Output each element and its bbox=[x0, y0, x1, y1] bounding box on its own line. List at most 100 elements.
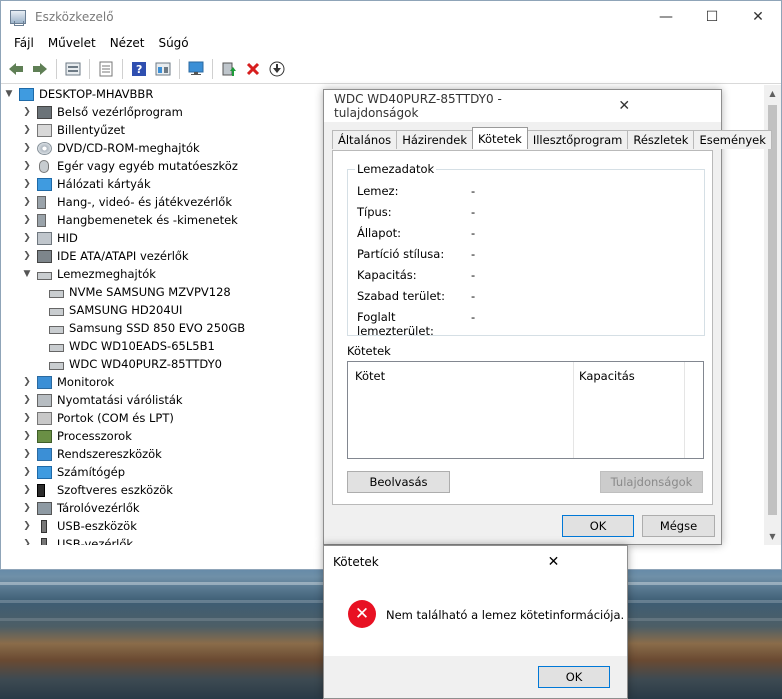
alert-ok-button[interactable]: OK bbox=[538, 666, 610, 688]
tree-device-item[interactable]: WDC WD40PURZ-85TTDY0 bbox=[1, 355, 331, 373]
tree-category-item[interactable]: ❯ Monitorok bbox=[1, 373, 331, 391]
chevron-down-icon[interactable]: ▼ bbox=[21, 269, 33, 279]
tree-category-item[interactable]: ❯ USB-eszközök bbox=[1, 517, 331, 535]
cancel-button[interactable]: Mégse bbox=[642, 515, 715, 537]
device-category-icon bbox=[49, 362, 64, 370]
properties-icon[interactable] bbox=[62, 58, 84, 80]
tree-category-item[interactable]: ❯ Belső vezérlőprogram bbox=[1, 103, 331, 121]
column-header-capacity[interactable]: Kapacitás bbox=[579, 369, 635, 383]
chevron-right-icon[interactable]: ❯ bbox=[21, 251, 33, 261]
tree-category-item[interactable]: ❯ Billentyűzet bbox=[1, 121, 331, 139]
device-category-icon bbox=[37, 501, 52, 515]
chevron-right-icon[interactable]: ❯ bbox=[21, 521, 33, 531]
chevron-right-icon[interactable]: ❯ bbox=[21, 449, 33, 459]
close-button[interactable]: ✕ bbox=[735, 1, 781, 32]
chevron-right-icon[interactable]: ❯ bbox=[21, 539, 33, 545]
chevron-right-icon[interactable]: ❯ bbox=[21, 143, 33, 153]
chevron-right-icon[interactable]: ❯ bbox=[21, 215, 33, 225]
tab-general[interactable]: Általános bbox=[332, 130, 398, 149]
alert-close-button[interactable]: ✕ bbox=[480, 554, 627, 570]
chevron-right-icon[interactable]: ❯ bbox=[21, 377, 33, 387]
chevron-down-icon[interactable]: ▼ bbox=[3, 89, 15, 99]
chevron-right-icon[interactable]: ❯ bbox=[21, 197, 33, 207]
ok-button[interactable]: OK bbox=[562, 515, 634, 537]
tree-root-computer[interactable]: ▼ DESKTOP-MHAVBBR bbox=[1, 85, 331, 103]
tree-item-label: USB-eszközök bbox=[57, 519, 137, 533]
tab-driver[interactable]: Illesztőprogram bbox=[526, 130, 629, 149]
menu-action[interactable]: Művelet bbox=[41, 36, 103, 50]
tab-events[interactable]: Események bbox=[693, 130, 772, 149]
view-icon[interactable] bbox=[152, 58, 174, 80]
back-icon[interactable] bbox=[5, 58, 27, 80]
tree-category-item[interactable]: ❯ USB-vezérlők bbox=[1, 535, 331, 545]
device-category-icon bbox=[49, 344, 64, 352]
column-header-volume[interactable]: Kötet bbox=[355, 369, 385, 383]
tab-policies[interactable]: Házirendek bbox=[396, 130, 473, 149]
tree-category-item[interactable]: ❯ HID bbox=[1, 229, 331, 247]
tab-details[interactable]: Részletek bbox=[627, 130, 695, 149]
scrollbar-thumb[interactable] bbox=[768, 105, 777, 515]
tree-root-label: DESKTOP-MHAVBBR bbox=[39, 87, 154, 101]
toolbar-separator bbox=[56, 58, 57, 79]
tree-category-item[interactable]: ❯ Rendszereszközök bbox=[1, 445, 331, 463]
field-status: Állapot: - bbox=[357, 226, 476, 240]
menu-view[interactable]: Nézet bbox=[103, 36, 152, 50]
scroll-up-arrow-icon[interactable]: ▲ bbox=[764, 85, 781, 102]
chevron-right-icon[interactable]: ❯ bbox=[21, 413, 33, 423]
field-disk: Lemez: - bbox=[357, 184, 476, 198]
tree-device-item[interactable]: SAMSUNG HD204UI bbox=[1, 301, 331, 319]
tree-category-item[interactable]: ❯ DVD/CD-ROM-meghajtók bbox=[1, 139, 331, 157]
forward-icon[interactable] bbox=[29, 58, 51, 80]
tree-category-item[interactable]: ❯ Processzorok bbox=[1, 427, 331, 445]
tree-item-label: Processzorok bbox=[57, 429, 132, 443]
chevron-right-icon[interactable]: ❯ bbox=[21, 125, 33, 135]
tree-item-label: Számítógép bbox=[57, 465, 126, 479]
chevron-right-icon[interactable]: ❯ bbox=[21, 161, 33, 171]
chevron-right-icon[interactable]: ❯ bbox=[21, 395, 33, 405]
volume-properties-button[interactable]: Tulajdonságok bbox=[600, 471, 703, 493]
chevron-right-icon[interactable]: ❯ bbox=[21, 107, 33, 117]
vertical-scrollbar[interactable]: ▲ ▼ bbox=[764, 85, 781, 545]
tree-device-item[interactable]: NVMe SAMSUNG MZVPV128 bbox=[1, 283, 331, 301]
chevron-right-icon[interactable]: ❯ bbox=[21, 233, 33, 243]
device-category-icon bbox=[49, 326, 64, 334]
chevron-right-icon[interactable]: ❯ bbox=[21, 467, 33, 477]
scan-button[interactable]: Beolvasás bbox=[347, 471, 450, 493]
tree-device-item[interactable]: WDC WD10EADS-65L5B1 bbox=[1, 337, 331, 355]
tree-category-item[interactable]: ❯ Hangbemenetek és -kimenetek bbox=[1, 211, 331, 229]
tree-category-item[interactable]: ❯ Nyomtatási várólisták bbox=[1, 391, 331, 409]
device-category-icon bbox=[41, 537, 47, 545]
tree-device-item[interactable]: Samsung SSD 850 EVO 250GB bbox=[1, 319, 331, 337]
tree-item-label: Belső vezérlőprogram bbox=[57, 105, 183, 119]
maximize-button[interactable]: ☐ bbox=[689, 1, 735, 32]
tree-category-item[interactable]: ❯ Hálózati kártyák bbox=[1, 175, 331, 193]
download-icon[interactable] bbox=[266, 58, 288, 80]
monitor-icon[interactable] bbox=[185, 58, 207, 80]
device-category-icon bbox=[37, 465, 52, 479]
tree-category-item[interactable]: ❯ Tárolóvezérlők bbox=[1, 499, 331, 517]
menu-help[interactable]: Súgó bbox=[151, 36, 195, 50]
tree-category-item[interactable]: ❯ IDE ATA/ATAPI vezérlők bbox=[1, 247, 331, 265]
tree-category-item[interactable]: ▼ Lemezmeghajtók bbox=[1, 265, 331, 283]
properties-close-button[interactable]: ✕ bbox=[528, 98, 722, 114]
chevron-right-icon[interactable]: ❯ bbox=[21, 485, 33, 495]
chevron-right-icon[interactable]: ❯ bbox=[21, 503, 33, 513]
tree-category-item[interactable]: ❯ Hang-, videó- és játékvezérlők bbox=[1, 193, 331, 211]
update-driver-icon[interactable] bbox=[218, 58, 240, 80]
tree-category-item[interactable]: ❯ Egér vagy egyéb mutatóeszköz bbox=[1, 157, 331, 175]
volumes-list[interactable]: Kötet Kapacitás bbox=[347, 361, 704, 459]
minimize-button[interactable]: — bbox=[643, 1, 689, 32]
window-title: Eszközkezelő bbox=[35, 9, 114, 24]
tree-category-item[interactable]: ❯ Szoftveres eszközök bbox=[1, 481, 331, 499]
help-icon[interactable]: ? bbox=[128, 58, 150, 80]
menu-file[interactable]: Fájl bbox=[7, 36, 41, 50]
chevron-right-icon[interactable]: ❯ bbox=[21, 431, 33, 441]
tree-category-item[interactable]: ❯ Portok (COM és LPT) bbox=[1, 409, 331, 427]
tab-volumes[interactable]: Kötetek bbox=[472, 127, 528, 149]
uninstall-icon[interactable] bbox=[242, 58, 264, 80]
device-category-icon bbox=[37, 213, 46, 227]
list-icon[interactable] bbox=[95, 58, 117, 80]
chevron-right-icon[interactable]: ❯ bbox=[21, 179, 33, 189]
tree-category-item[interactable]: ❯ Számítógép bbox=[1, 463, 331, 481]
scroll-down-arrow-icon[interactable]: ▼ bbox=[764, 528, 781, 545]
